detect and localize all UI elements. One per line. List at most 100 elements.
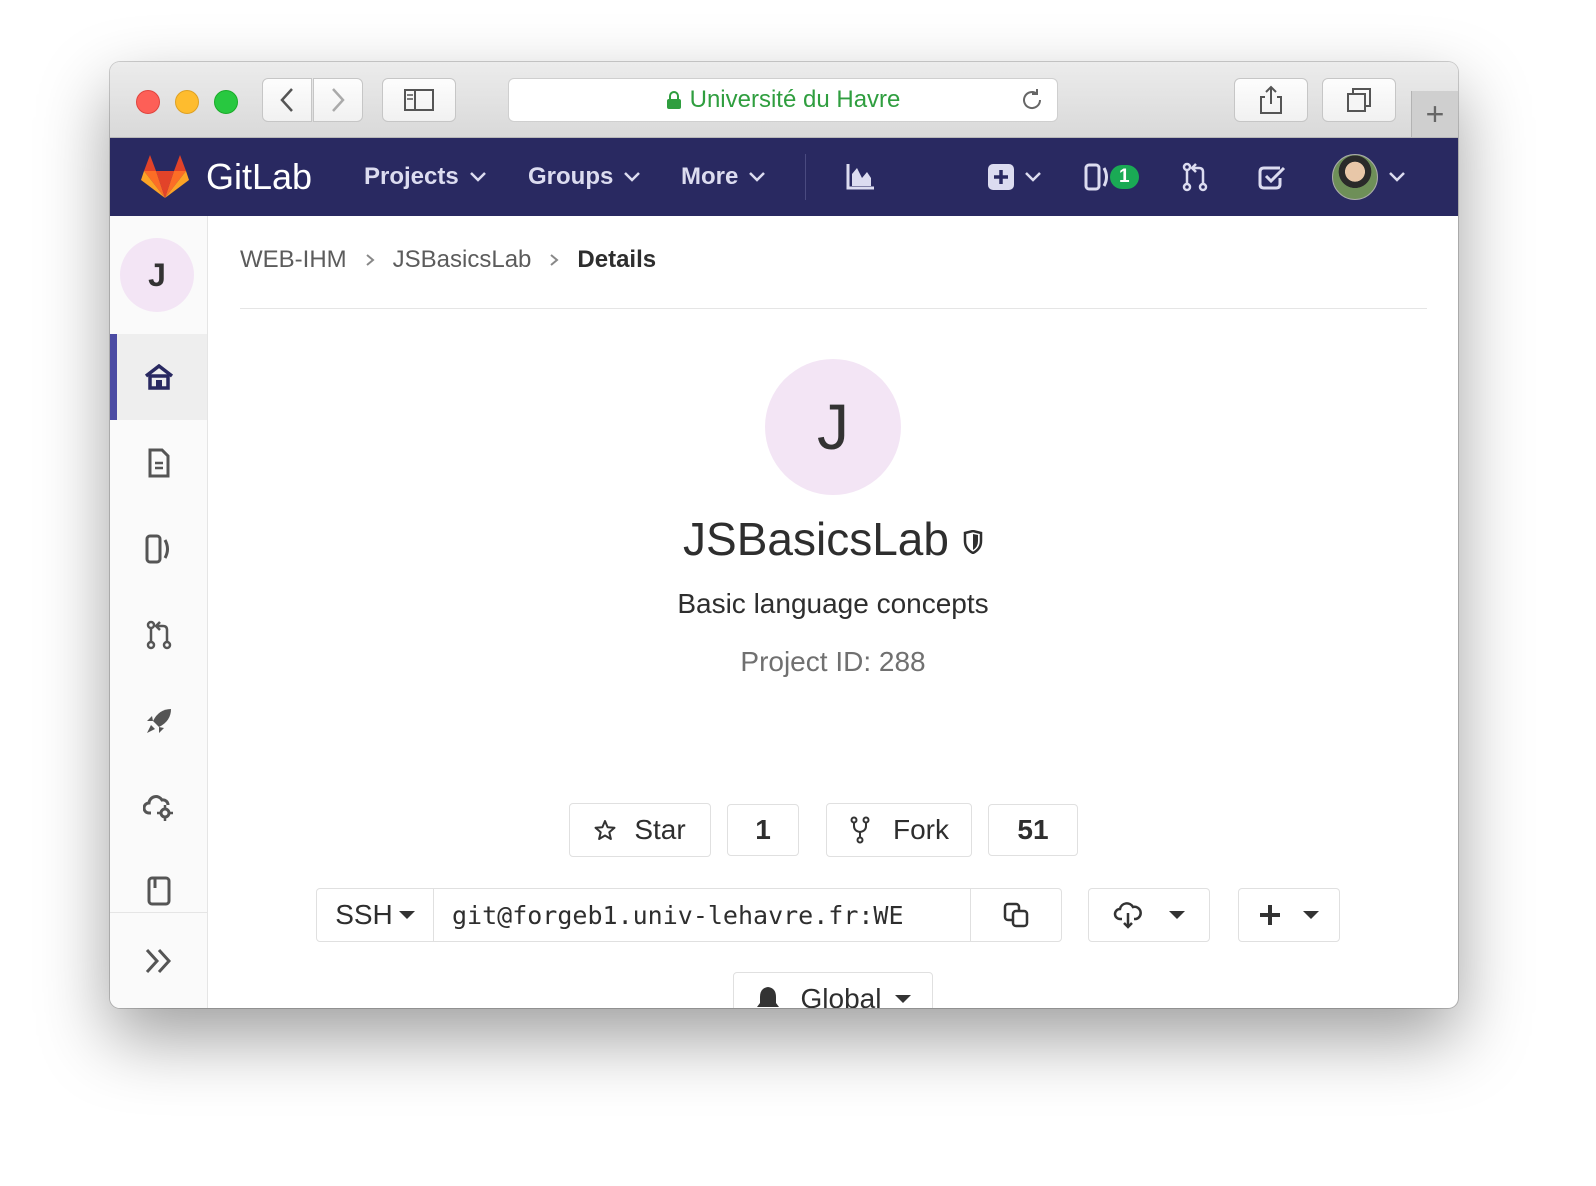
chevron-down-icon	[1389, 172, 1405, 182]
more-dropdown[interactable]: More	[681, 138, 766, 216]
back-button[interactable]	[262, 78, 312, 122]
merge-requests-link[interactable]	[1182, 138, 1208, 216]
fork-count-value: 51	[1017, 814, 1049, 845]
project-avatar: J	[765, 359, 901, 495]
star-label: Star	[634, 814, 686, 845]
bell-icon	[756, 987, 779, 1007]
activity-chart-link[interactable]	[846, 138, 874, 216]
merge-request-icon	[146, 620, 171, 650]
protocol-label: SSH	[335, 899, 393, 930]
double-chevron-right-icon	[145, 948, 171, 973]
project-name: JSBasicsLab	[683, 513, 949, 565]
breadcrumb-item-project[interactable]: JSBasicsLab	[393, 246, 532, 274]
fork-count[interactable]: 51	[988, 804, 1078, 856]
user-menu-dropdown[interactable]	[1332, 138, 1406, 216]
issues-count-badge: 1	[1110, 165, 1139, 189]
projects-dropdown[interactable]: Projects	[364, 138, 487, 216]
add-new-dropdown[interactable]	[1238, 888, 1340, 942]
navbar-divider	[805, 154, 806, 200]
sidebar-item-operations[interactable]	[110, 764, 207, 850]
project-id: Project ID: 288	[740, 646, 926, 677]
projects-label: Projects	[364, 163, 459, 190]
zoom-window-button[interactable]	[214, 90, 238, 114]
breadcrumb: WEB-IHM JSBasicsLab Details	[240, 246, 656, 274]
show-tabs-button[interactable]	[1322, 78, 1396, 122]
plus-square-icon	[988, 164, 1014, 190]
fork-icon	[850, 816, 870, 844]
chart-icon	[846, 164, 874, 190]
project-sidebar: J	[110, 216, 208, 1008]
issues-link[interactable]: 1	[1084, 138, 1139, 216]
project-description: Basic language concepts	[677, 588, 989, 619]
chevron-down-icon	[1025, 172, 1041, 182]
caret-down-icon	[398, 911, 415, 919]
main-content: WEB-IHM JSBasicsLab Details J JSBasicsLa…	[208, 216, 1458, 1008]
gitlab-logo-icon	[141, 155, 189, 198]
chevron-left-icon	[280, 88, 293, 112]
notification-dropdown[interactable]: Global	[733, 972, 933, 1008]
minimize-window-button[interactable]	[175, 90, 199, 114]
sidebar-project-avatar[interactable]: J	[120, 238, 194, 312]
gitlab-brand-text: GitLab	[206, 156, 313, 197]
download-dropdown[interactable]	[1088, 888, 1210, 942]
browser-window: Université du Havre + GitLab Projects Gr…	[110, 62, 1458, 1008]
new-tab-label: +	[1425, 95, 1445, 132]
fork-button[interactable]: Fork	[826, 803, 972, 857]
rocket-icon	[146, 709, 171, 733]
sidebar-item-repository[interactable]	[110, 420, 207, 506]
groups-dropdown[interactable]: Groups	[528, 138, 641, 216]
groups-label: Groups	[528, 163, 614, 190]
star-count[interactable]: 1	[727, 804, 799, 856]
breadcrumb-divider	[240, 308, 1427, 309]
project-title: JSBasicsLab	[208, 512, 1458, 566]
chevron-down-icon	[624, 172, 641, 182]
gitlab-home-link[interactable]: GitLab	[140, 138, 312, 216]
more-label: More	[681, 163, 739, 190]
file-icon	[148, 448, 169, 478]
close-window-button[interactable]	[136, 90, 160, 114]
book-icon	[147, 876, 170, 906]
fork-label: Fork	[893, 814, 949, 845]
breadcrumb-item-current: Details	[577, 246, 657, 273]
copy-url-button[interactable]	[970, 888, 1062, 942]
forward-button[interactable]	[313, 78, 363, 122]
sidebar-toggle-button[interactable]	[382, 78, 456, 122]
star-icon	[594, 820, 616, 840]
sidebar-avatar-letter: J	[148, 256, 166, 293]
plus-icon	[1260, 905, 1280, 925]
new-tab-button[interactable]: +	[1411, 91, 1458, 137]
chevron-right-icon	[366, 254, 375, 266]
todos-link[interactable]	[1258, 138, 1286, 216]
todo-check-icon	[1258, 166, 1286, 190]
collapse-sidebar-button[interactable]	[110, 913, 207, 1008]
tabs-icon	[1347, 88, 1371, 112]
sidebar-item-issues[interactable]	[110, 506, 207, 592]
caret-down-icon	[1169, 911, 1185, 919]
reload-icon[interactable]	[1019, 87, 1045, 113]
project-avatar-letter: J	[817, 391, 849, 463]
share-button[interactable]	[1234, 78, 1308, 122]
chevron-down-icon	[469, 172, 486, 182]
sidebar-item-ci-cd[interactable]	[110, 678, 207, 764]
new-item-dropdown[interactable]	[988, 138, 1042, 216]
merge-request-icon	[1182, 162, 1208, 192]
url-text: Université du Havre	[689, 86, 901, 113]
caret-down-icon	[895, 995, 912, 1003]
star-count-value: 1	[755, 814, 771, 845]
sidebar-item-project-overview[interactable]	[110, 334, 207, 420]
address-bar[interactable]: Université du Havre	[508, 78, 1058, 122]
clone-url-input[interactable]: git@forgeb1.univ-lehavre.fr:WE	[433, 888, 971, 942]
clone-url-text: git@forgeb1.univ-lehavre.fr:WE	[452, 900, 904, 930]
star-button[interactable]: Star	[569, 803, 711, 857]
breadcrumb-item-group[interactable]: WEB-IHM	[240, 246, 347, 274]
cloud-download-icon	[1113, 902, 1142, 929]
sidebar-item-merge-requests[interactable]	[110, 592, 207, 678]
caret-down-icon	[1303, 911, 1319, 919]
protocol-dropdown[interactable]: SSH	[316, 888, 434, 942]
chevron-down-icon	[749, 172, 766, 182]
sidebar-item-wiki[interactable]	[110, 850, 207, 910]
sidebar-icon	[404, 89, 434, 111]
cloud-gear-icon	[142, 795, 173, 821]
share-icon	[1260, 85, 1282, 114]
chevron-right-icon	[550, 254, 559, 266]
